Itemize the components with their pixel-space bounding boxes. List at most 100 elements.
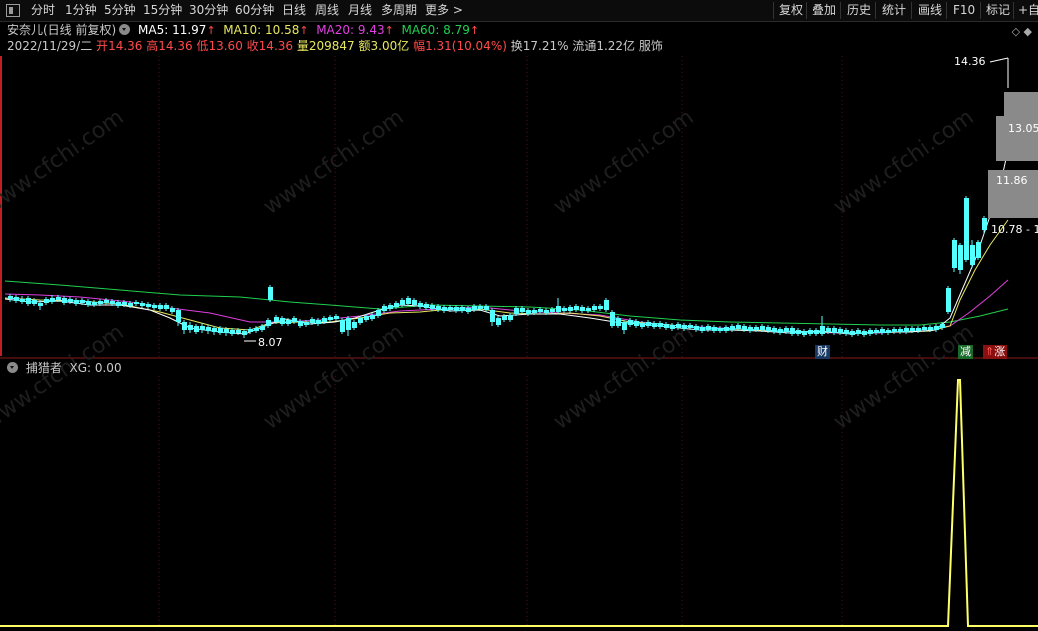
- candle-body: [478, 306, 483, 309]
- candle-body: [442, 307, 447, 311]
- candle-body: [622, 322, 627, 330]
- candle-body: [808, 330, 813, 334]
- candle-body: [538, 309, 543, 312]
- candle-body: [946, 288, 951, 312]
- watermark: www.cfchi.com www.cfchi.com www.cfchi.co…: [0, 105, 979, 435]
- candle-body: [412, 300, 417, 305]
- candle-body: [400, 300, 405, 305]
- candle-body: [224, 329, 229, 333]
- candle-body: [358, 318, 363, 323]
- candle-body: [74, 300, 79, 304]
- candle-body: [448, 307, 453, 310]
- candle-body: [218, 328, 223, 333]
- limit-up-icon: ⇑: [985, 345, 995, 358]
- candle-body: [676, 324, 681, 328]
- candle-body: [850, 331, 855, 335]
- candle-body: [212, 328, 217, 332]
- candle-body: [376, 310, 381, 316]
- candle-body: [56, 297, 61, 300]
- candle-body: [406, 298, 411, 304]
- candle-body: [304, 322, 309, 325]
- candle-body: [98, 301, 103, 304]
- candle-body: [32, 300, 37, 304]
- candle-body: [820, 326, 825, 334]
- svg-text:www.cfchi.com: www.cfchi.com: [549, 105, 698, 220]
- candle-body: [116, 302, 121, 306]
- dropdown-icon[interactable]: [7, 362, 18, 373]
- candle-body: [122, 302, 127, 305]
- svg-text:www.cfchi.com: www.cfchi.com: [259, 105, 408, 220]
- candle-body: [236, 330, 241, 333]
- svg-text:www.cfchi.com: www.cfchi.com: [549, 320, 698, 435]
- candle-body: [718, 328, 723, 331]
- candle-body: [742, 326, 747, 330]
- svg-text:www.cfchi.com: www.cfchi.com: [0, 105, 129, 220]
- candle-body: [844, 330, 849, 334]
- candle-body: [838, 329, 843, 333]
- level-label: 11.86: [996, 174, 1028, 187]
- candle-body: [550, 309, 555, 312]
- candle-body: [970, 245, 975, 265]
- candle-body: [634, 321, 639, 326]
- candle-body: [592, 306, 597, 310]
- candle-body: [322, 318, 327, 322]
- candle-body: [694, 326, 699, 330]
- candle-body: [556, 306, 561, 312]
- candle-body: [484, 306, 489, 310]
- candle-body: [910, 328, 915, 331]
- finance-tag[interactable]: 财: [815, 345, 830, 359]
- candle-body: [104, 300, 109, 303]
- candle-body: [38, 303, 43, 306]
- candle-body: [328, 317, 333, 320]
- candle-body: [26, 298, 31, 304]
- candle-body: [868, 330, 873, 334]
- candle-body: [286, 320, 291, 324]
- candle-body: [188, 325, 193, 330]
- candle-body: [68, 299, 73, 302]
- candle-body: [886, 330, 891, 333]
- candle-body: [922, 327, 927, 330]
- candle-body: [346, 318, 351, 330]
- candle-body: [976, 242, 981, 258]
- candle-body: [904, 328, 909, 332]
- candle-body: [520, 308, 525, 312]
- limit-up-tag[interactable]: ⇑涨: [983, 345, 1008, 359]
- candle-body: [862, 331, 867, 335]
- candle-body: [86, 301, 91, 305]
- indicator-title: 捕猎者 XG: 0.00: [7, 361, 122, 375]
- candle-body: [514, 308, 519, 314]
- candle-body: [652, 323, 657, 327]
- candle-body: [784, 328, 789, 332]
- candle-body: [298, 321, 303, 326]
- candle-body: [598, 306, 603, 309]
- indicator-value: XG: 0.00: [69, 361, 122, 375]
- candle-body: [700, 327, 705, 331]
- candle-body: [170, 308, 175, 312]
- candle-body: [430, 305, 435, 309]
- candle-body: [766, 327, 771, 331]
- candle-body: [898, 329, 903, 332]
- candle-body: [164, 305, 169, 309]
- candle-body: [796, 330, 801, 334]
- candle-body: [460, 307, 465, 311]
- candle-body: [832, 328, 837, 333]
- svg-text:www.cfchi.com: www.cfchi.com: [0, 320, 129, 435]
- candle-body: [658, 323, 663, 327]
- candle-body: [748, 327, 753, 331]
- candle-body: [14, 297, 19, 301]
- candle-body: [92, 302, 97, 305]
- kline-chart[interactable]: www.cfchi.com www.cfchi.com www.cfchi.co…: [0, 0, 1038, 631]
- candle-body: [292, 318, 297, 322]
- candle-body: [134, 302, 139, 304]
- candle-body: [640, 323, 645, 327]
- candle-body: [382, 306, 387, 311]
- candle-body: [50, 298, 55, 302]
- candle-body: [778, 329, 783, 333]
- candlestick-series: [8, 196, 987, 338]
- candle-body: [260, 326, 265, 330]
- candle-body: [418, 303, 423, 307]
- candle-body: [952, 240, 957, 268]
- reduce-tag[interactable]: 减: [958, 345, 973, 359]
- candle-body: [562, 308, 567, 311]
- candle-body: [62, 298, 67, 303]
